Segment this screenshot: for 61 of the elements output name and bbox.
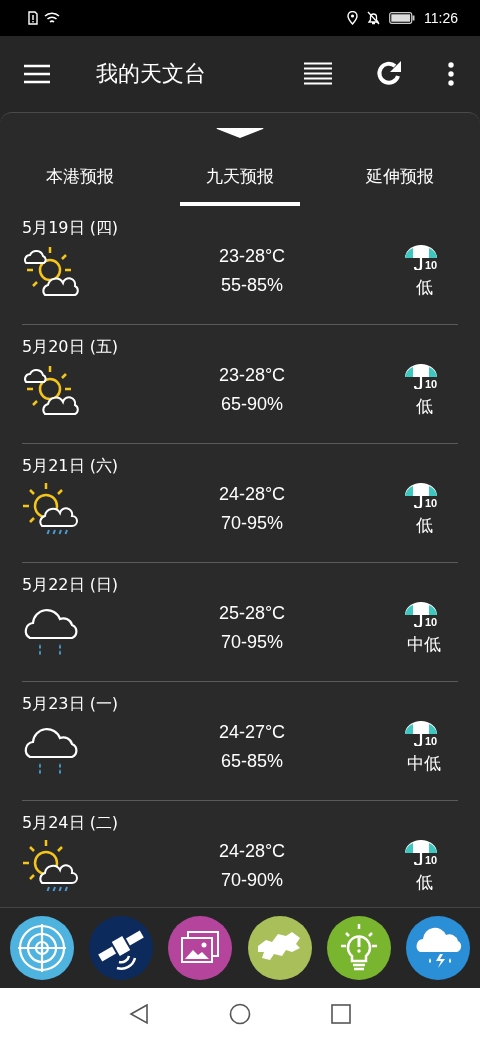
temperature-range: 23-28°C [218, 365, 286, 386]
forecast-date: 5月19日 (四) [22, 218, 119, 239]
rain-probability: 低 [415, 870, 433, 894]
umbrella-icon [404, 243, 438, 270]
more-options-icon[interactable] [448, 62, 454, 86]
sun-rain-cloud-icon [22, 838, 80, 894]
radar-icon[interactable] [10, 916, 74, 980]
rain-probability: 低 [415, 275, 433, 299]
menu-icon[interactable] [24, 64, 50, 84]
sim-alert-icon [28, 11, 38, 25]
humidity-range: 70-95% [220, 513, 283, 534]
umbrella-icon [404, 362, 438, 389]
humidity-range: 70-90% [220, 870, 283, 891]
forecast-date: 5月24日 (二) [22, 813, 119, 834]
sun-rain-cloud-icon [22, 481, 80, 537]
bell-off-icon [367, 11, 380, 25]
map-icon[interactable] [247, 916, 312, 980]
forecast-date: 5月21日 (六) [22, 456, 119, 477]
humidity-range: 70-95% [220, 632, 283, 653]
rain-index-number: 10 [425, 258, 438, 271]
umbrella-icon [404, 600, 438, 627]
satellite-icon[interactable] [89, 916, 154, 980]
recents-icon[interactable] [331, 1004, 351, 1024]
umbrella-icon [404, 838, 438, 865]
rain-index-number: 10 [425, 377, 438, 390]
forecast-tab[interactable]: 延伸预报 [340, 155, 460, 206]
umbrella-icon [404, 719, 438, 746]
rain-probability: 低 [415, 394, 433, 418]
wifi-icon [44, 11, 60, 25]
rain-probability: 低 [415, 513, 433, 537]
forecast-date: 5月22日 (日) [22, 575, 119, 596]
humidity-range: 65-90% [220, 394, 283, 415]
storm-cloud-icon[interactable] [405, 916, 470, 980]
temperature-range: 24-27°C [218, 722, 286, 743]
battery-icon [389, 12, 415, 24]
rain-index-number: 10 [425, 615, 438, 628]
temperature-range: 25-28°C [218, 603, 286, 624]
forecast-date: 5月23日 (一) [22, 694, 119, 715]
humidity-range: 55-85% [220, 275, 283, 296]
temperature-range: 23-28°C [218, 246, 286, 267]
temperature-range: 24-28°C [218, 484, 286, 505]
rain-index-number: 10 [425, 496, 438, 509]
back-icon[interactable] [129, 1003, 149, 1025]
rain-probability: 中低 [407, 632, 441, 656]
location-icon [347, 11, 358, 25]
lightbulb-icon[interactable] [326, 916, 391, 980]
clock-time: 11:26 [424, 10, 458, 26]
forecast-tab[interactable]: 本港预报 [20, 155, 140, 206]
rain-probability: 中低 [407, 751, 441, 775]
umbrella-icon [404, 481, 438, 508]
rain-index-number: 10 [425, 853, 438, 866]
rain-index-number: 10 [425, 734, 438, 747]
temperature-range: 24-28°C [218, 841, 286, 862]
collapse-chevron-icon[interactable] [216, 127, 264, 139]
list-view-icon[interactable] [304, 62, 332, 86]
humidity-range: 65-85% [220, 751, 283, 772]
forecast-tab[interactable]: 九天预报 [180, 155, 300, 206]
forecast-date: 5月20日 (五) [22, 337, 119, 358]
home-icon[interactable] [229, 1003, 251, 1025]
app-title: 我的天文台 [96, 60, 207, 88]
photos-icon[interactable] [168, 916, 233, 980]
